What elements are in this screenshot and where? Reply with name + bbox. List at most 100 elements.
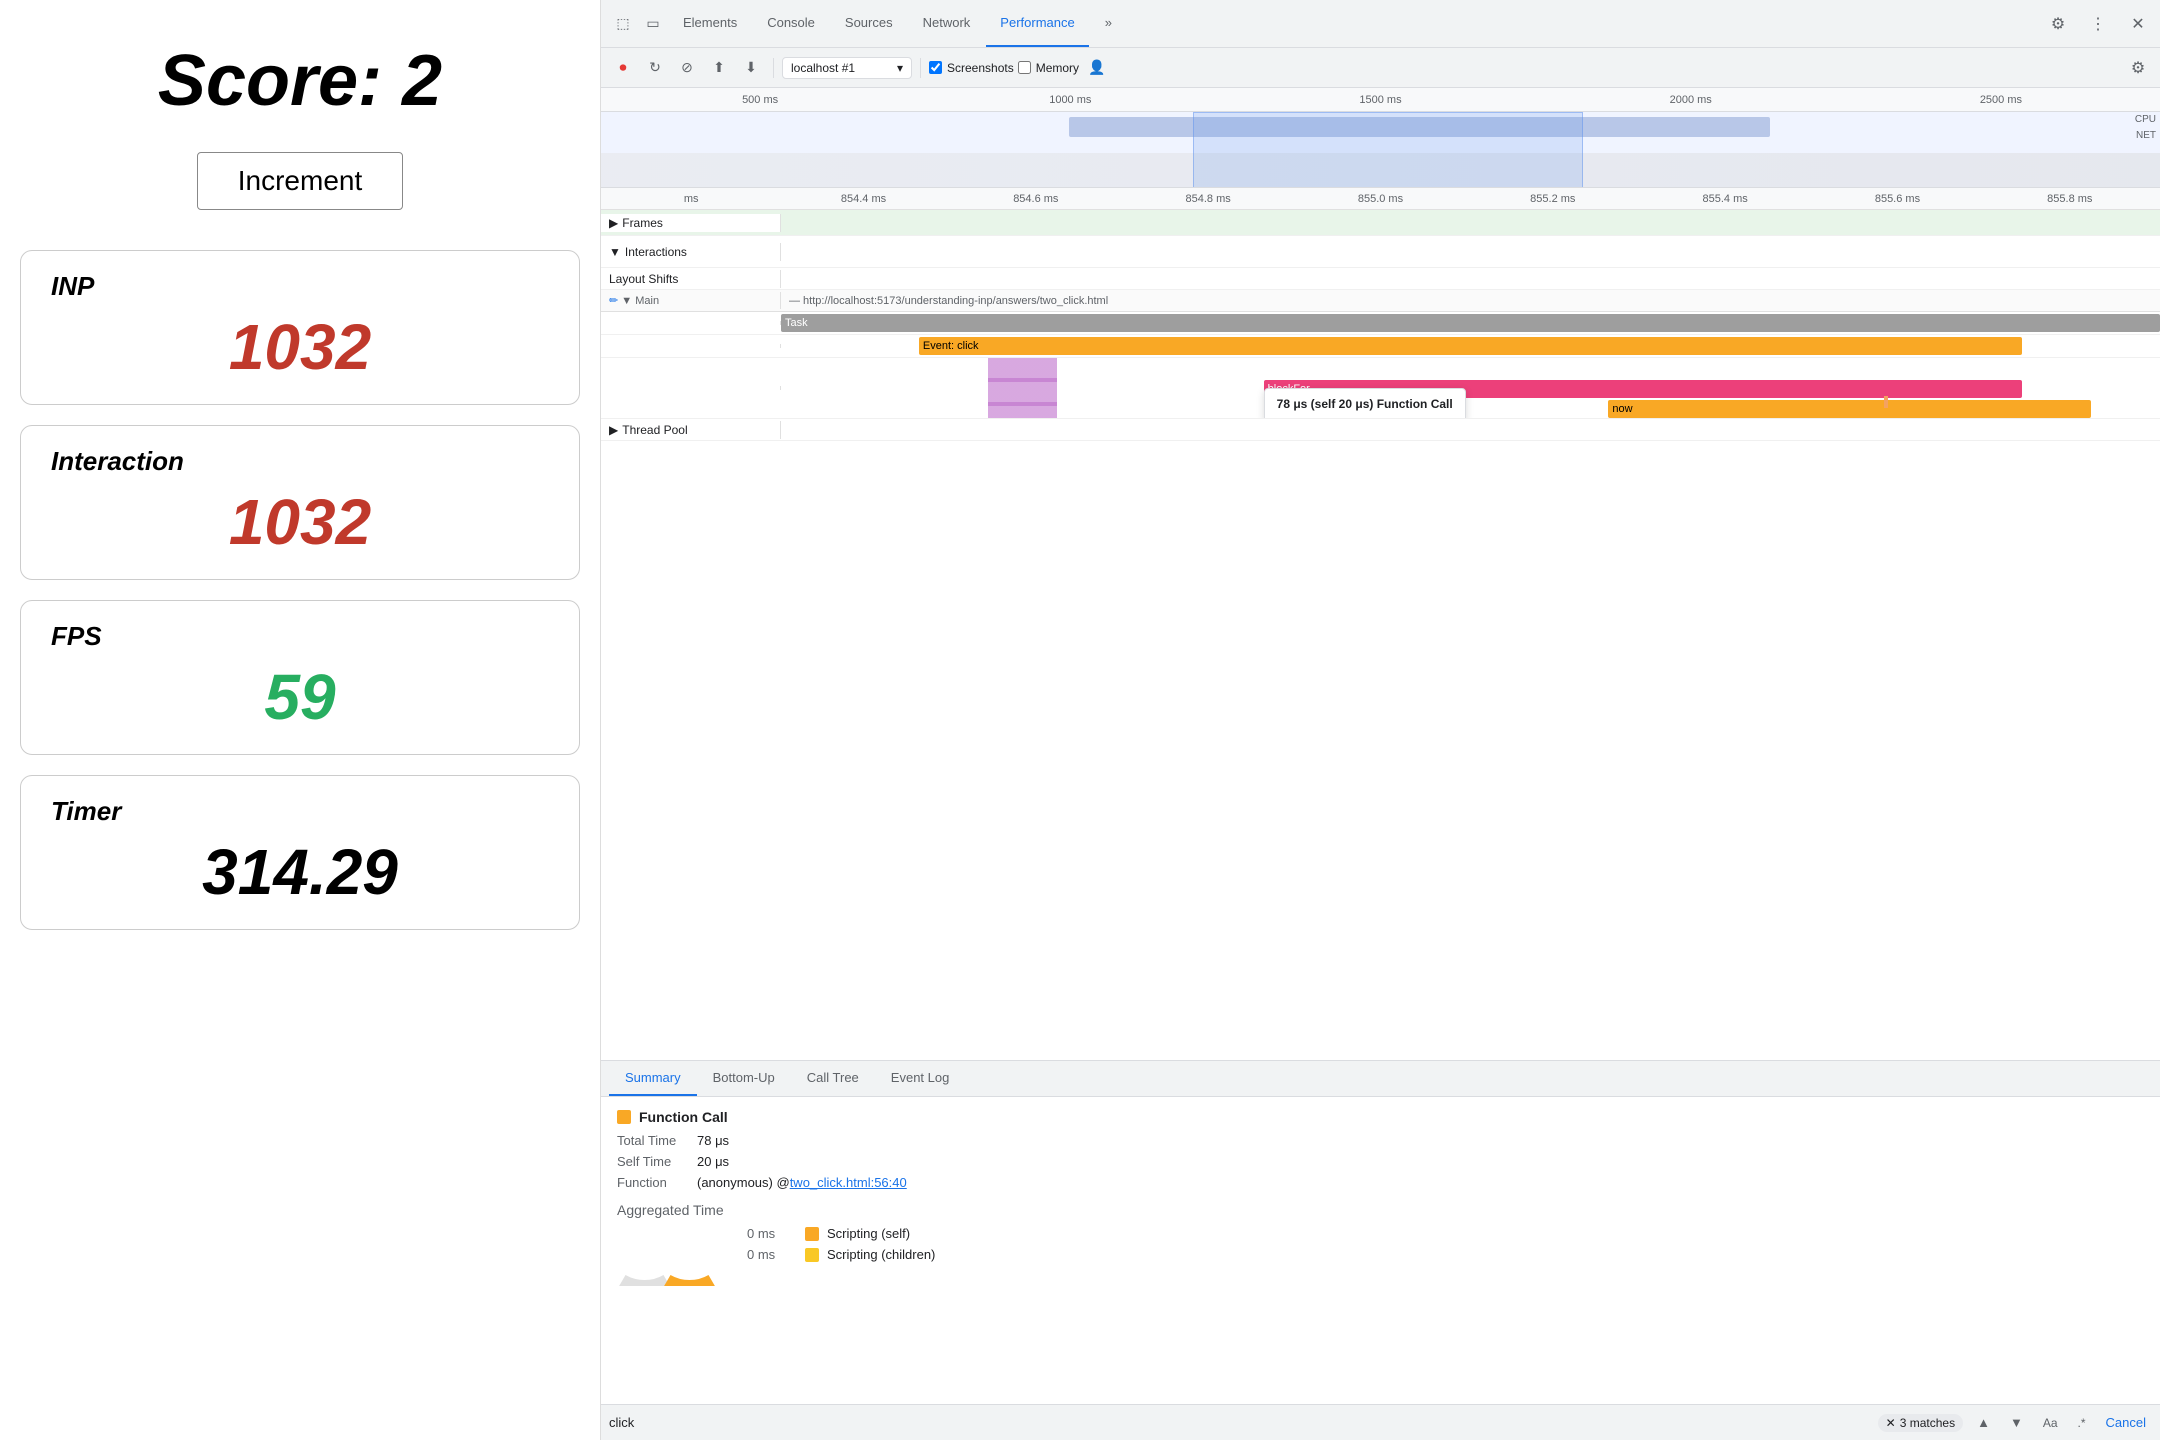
function-call-row: blockFor now 78 μs (self 20 μs) Function… — [601, 358, 2160, 419]
rtick-6: 855.4 ms — [1639, 193, 1811, 205]
tooltip: 78 μs (self 20 μs) Function Call — [1264, 388, 1466, 418]
inp-value: 1032 — [51, 310, 549, 384]
function-key: Function — [617, 1175, 697, 1190]
fps-card: FPS 59 — [20, 600, 580, 755]
task-bar[interactable]: Task — [781, 314, 2160, 332]
close-search-icon[interactable]: ✕ — [1886, 1416, 1896, 1430]
tab-more[interactable]: » — [1091, 0, 1126, 47]
main-thread-header: ✏ ▼ Main — http://localhost:5173/underst… — [601, 290, 2160, 312]
aggregated-title: Aggregated Time — [617, 1202, 2144, 1218]
event-label-cell — [601, 344, 781, 348]
tab-performance[interactable]: Performance — [986, 0, 1088, 47]
trace-rows: ▶ Frames 17.6 ms ▼ Interactions Pointer — [601, 210, 2160, 1060]
edit-main-icon[interactable]: ✏ — [609, 295, 618, 307]
main-thread-label: ✏ ▼ Main — [601, 292, 781, 309]
layout-shifts-label-text: Layout Shifts — [609, 272, 678, 286]
timeline-overview[interactable]: 500 ms 1000 ms 1500 ms 2000 ms 2500 ms C… — [601, 88, 2160, 188]
expand-frames-icon[interactable]: ▶ — [609, 216, 618, 230]
profile-icon[interactable]: 👤 — [1083, 54, 1111, 82]
legend-self-color — [805, 1227, 819, 1241]
network-select-label: localhost #1 — [791, 61, 855, 75]
regex-option[interactable]: .* — [2072, 1414, 2092, 1432]
inp-label: INP — [51, 271, 549, 302]
search-cancel-btn[interactable]: Cancel — [2100, 1413, 2152, 1432]
tab-console[interactable]: Console — [753, 0, 829, 47]
tick-1000: 1000 ms — [915, 94, 1225, 106]
close-icon[interactable]: ✕ — [2124, 10, 2152, 38]
timeline-selection[interactable] — [1193, 112, 1583, 188]
screenshots-label: Screenshots — [947, 61, 1014, 75]
devtools-panel: ⬚ ▭ Elements Console Sources Network Per… — [600, 0, 2160, 1440]
rtick-5: 855.2 ms — [1467, 193, 1639, 205]
tab-sources[interactable]: Sources — [831, 0, 907, 47]
legend-children-label: Scripting (children) — [827, 1247, 935, 1262]
gear-icon[interactable]: ⚙ — [2124, 54, 2152, 82]
aggregated-legend: 0 ms Scripting (self) 0 ms Scripting (ch… — [747, 1226, 935, 1262]
function-prefix: (anonymous) @ — [697, 1175, 790, 1190]
device-icon[interactable]: ▭ — [639, 10, 667, 38]
total-time-key: Total Time — [617, 1133, 697, 1148]
now-bar[interactable]: now — [1608, 400, 2091, 418]
score-display: Score: 2 — [158, 40, 442, 122]
rtick-2: 854.6 ms — [950, 193, 1122, 205]
more-icon[interactable]: ⋮ — [2084, 10, 2112, 38]
reload-icon[interactable]: ↻ — [641, 54, 669, 82]
now-label: now — [1612, 403, 1632, 415]
memory-toggle[interactable]: Memory — [1018, 61, 1079, 75]
call-stack-bars — [988, 358, 1057, 418]
increment-button[interactable]: Increment — [197, 152, 404, 210]
search-prev-btn[interactable]: ▲ — [1971, 1413, 1996, 1432]
bottom-tabs: Summary Bottom-Up Call Tree Event Log — [601, 1061, 2160, 1097]
event-click-row: Event: click — [601, 335, 2160, 358]
separator-1 — [773, 58, 774, 78]
tab-network[interactable]: Network — [909, 0, 985, 47]
stop-icon[interactable]: ⊘ — [673, 54, 701, 82]
tick-2500: 2500 ms — [1846, 94, 2156, 106]
interaction-card: Interaction 1032 — [20, 425, 580, 580]
screenshots-toggle[interactable]: Screenshots — [929, 61, 1014, 75]
search-input[interactable] — [609, 1415, 1870, 1430]
tab-elements[interactable]: Elements — [669, 0, 751, 47]
expand-thread-icon[interactable]: ▶ — [609, 423, 618, 437]
function-call-label-cell — [601, 386, 781, 390]
self-time-row: Self Time 20 μs — [617, 1154, 2144, 1169]
tooltip-title: 78 μs (self 20 μs) Function Call — [1277, 397, 1453, 411]
network-selector[interactable]: localhost #1 ▾ — [782, 57, 912, 79]
thread-pool-label: ▶ Thread Pool — [601, 421, 781, 439]
frames-label-text: Frames — [622, 216, 663, 230]
fps-value: 59 — [51, 660, 549, 734]
layout-shifts-row: Layout Shifts — [601, 268, 2160, 290]
tab-event-log[interactable]: Event Log — [875, 1061, 966, 1096]
function-link[interactable]: two_click.html:56:40 — [790, 1175, 907, 1190]
tick-1500: 1500 ms — [1225, 94, 1535, 106]
expand-main-icon[interactable]: ▼ — [621, 295, 632, 307]
expand-interactions-icon[interactable]: ▼ — [609, 245, 621, 259]
case-sensitive-option[interactable]: Aa — [2037, 1414, 2064, 1432]
interactions-label-text: Interactions — [625, 245, 687, 259]
screenshots-checkbox[interactable] — [929, 61, 942, 74]
trace-area: ms 854.4 ms 854.6 ms 854.8 ms 855.0 ms 8… — [601, 188, 2160, 1060]
net-label: NET — [2136, 130, 2156, 141]
memory-checkbox[interactable] — [1018, 61, 1031, 74]
aggregated-bottom: 0 ms Scripting (self) 0 ms Scripting (ch… — [617, 1226, 2144, 1286]
layout-shifts-label: Layout Shifts — [601, 270, 781, 288]
timer-label: Timer — [51, 796, 549, 827]
summary-item-title: Function Call — [617, 1109, 2144, 1125]
event-click-bar[interactable]: Event: click — [919, 337, 2022, 355]
tab-bottom-up[interactable]: Bottom-Up — [697, 1061, 791, 1096]
tick-2000: 2000 ms — [1536, 94, 1846, 106]
main-label: Main — [635, 295, 659, 307]
memory-label: Memory — [1036, 61, 1079, 75]
inspect-icon[interactable]: ⬚ — [609, 10, 637, 38]
record-icon[interactable]: ⏺ — [609, 54, 637, 82]
tab-call-tree[interactable]: Call Tree — [791, 1061, 875, 1096]
search-next-btn[interactable]: ▼ — [2004, 1413, 2029, 1432]
download-icon[interactable]: ⬇ — [737, 54, 765, 82]
frames-label: ▶ Frames — [601, 214, 781, 232]
left-panel: Score: 2 Increment INP 1032 Interaction … — [0, 0, 600, 1440]
task-bar-label: Task — [785, 317, 808, 329]
tab-summary[interactable]: Summary — [609, 1061, 697, 1096]
settings-icon[interactable]: ⚙ — [2044, 10, 2072, 38]
event-click-label: Event: click — [923, 340, 979, 352]
upload-icon[interactable]: ⬆ — [705, 54, 733, 82]
